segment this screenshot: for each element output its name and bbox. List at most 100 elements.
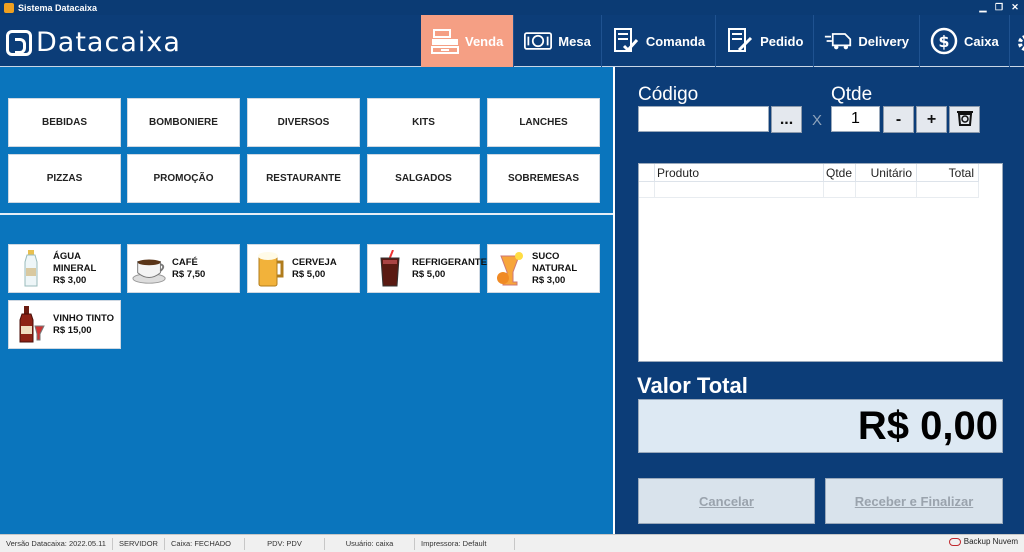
juice-glass-icon (492, 249, 528, 289)
brand-logo: Datacaixa (6, 27, 181, 58)
settings-button[interactable] (1010, 15, 1024, 67)
status-server: SERVIDOR (113, 537, 165, 550)
valor-total-value: R$ 0,00 (638, 399, 1003, 453)
category-diversos[interactable]: DIVERSOS (247, 98, 360, 147)
cancel-button[interactable]: Cancelar (638, 478, 815, 524)
category-kits[interactable]: KITS (367, 98, 480, 147)
svg-text:$: $ (938, 32, 949, 51)
wine-bottle-icon (13, 305, 49, 345)
top-header: Datacaixa Venda Mesa Comanda Pedido Deli… (0, 15, 1024, 67)
nav-caixa[interactable]: $ Caixa (920, 15, 1010, 67)
order-panel: Código ... X Qtde 1 - + Produto Qtde Uni… (617, 67, 1024, 534)
table-dining-icon (524, 27, 553, 55)
close-icon[interactable]: ✕ (1010, 2, 1020, 13)
column-produto: Produto (655, 164, 824, 181)
nav-mesa-label: Mesa (558, 33, 591, 49)
category-restaurante[interactable]: RESTAURANTE (247, 154, 360, 203)
catalog-panel: BEBIDAS BOMBONIERE DIVERSOS KITS LANCHES… (0, 67, 615, 534)
nav-caixa-label: Caixa (964, 33, 999, 49)
nav-venda-label: Venda (465, 33, 504, 49)
product-name: CERVEJA (292, 256, 337, 268)
codigo-input[interactable] (638, 106, 769, 132)
nav-venda[interactable]: Venda (421, 15, 515, 67)
app-icon (4, 2, 14, 13)
decrease-quantity-button[interactable]: - (883, 106, 914, 133)
backup-label: Backup Nuvem (963, 537, 1018, 546)
product-refrigerante[interactable]: REFRIGERANTE R$ 5,00 (367, 244, 487, 293)
beer-mug-icon (252, 249, 288, 289)
nav-pedido-label: Pedido (760, 33, 804, 49)
logo-text: Datacaixa (36, 27, 181, 58)
restore-icon[interactable]: ❐ (994, 2, 1004, 13)
category-salgados[interactable]: SALGADOS (367, 154, 480, 203)
nav-pedido[interactable]: Pedido (716, 15, 815, 67)
product-price: R$ 5,00 (412, 268, 446, 280)
product-price: R$ 7,50 (172, 268, 206, 280)
product-cafe[interactable]: CAFÉ R$ 7,50 (127, 244, 240, 293)
valor-total-label: Valor Total (637, 373, 748, 398)
product-vinho-tinto[interactable]: VINHO TINTO R$ 15,00 (8, 300, 121, 349)
column-total: Total (917, 164, 979, 181)
nav-mesa[interactable]: Mesa (514, 15, 602, 67)
cash-register-icon (431, 27, 459, 55)
column-unitario: Unitário (856, 164, 917, 181)
receive-finish-button[interactable]: Receber e Finalizar (825, 478, 1003, 524)
scale-button[interactable] (949, 106, 980, 133)
table-row (639, 182, 979, 198)
quantity-input[interactable]: 1 (831, 106, 880, 132)
order-edit-icon (726, 27, 754, 55)
product-name: SUCO NATURAL (532, 250, 578, 274)
status-pdv: PDV: PDV (245, 537, 325, 550)
status-version: Versão Datacaixa: 2022.05.11 (0, 537, 113, 550)
nav-comanda[interactable]: Comanda (602, 15, 717, 67)
status-usuario: Usuário: caixa (325, 537, 415, 550)
cloud-icon (948, 537, 961, 546)
category-lanches[interactable]: LANCHES (487, 98, 600, 147)
window-title-bar: Sistema Datacaixa ▁ ❐ ✕ (0, 0, 1024, 15)
dollar-circle-icon: $ (930, 27, 958, 55)
delivery-truck-icon (824, 27, 852, 55)
product-cerveja[interactable]: CERVEJA R$ 5,00 (247, 244, 360, 293)
product-agua-mineral[interactable]: ÁGUA MINERAL R$ 3,00 (8, 244, 121, 293)
order-list-icon (612, 27, 640, 55)
window-title: Sistema Datacaixa (18, 2, 98, 13)
increase-quantity-button[interactable]: + (916, 106, 947, 133)
product-name: CAFÉ (172, 256, 198, 268)
codigo-label: Código (638, 84, 699, 105)
product-name: VINHO TINTO (53, 312, 115, 324)
category-promocao[interactable]: PROMOÇÃO (127, 154, 240, 203)
product-name: ÁGUA MINERAL (53, 250, 97, 274)
category-sobremesas[interactable]: SOBREMESAS (487, 154, 600, 203)
water-bottle-icon (13, 249, 49, 289)
minimize-icon[interactable]: ▁ (978, 2, 988, 13)
product-price: R$ 3,00 (532, 274, 566, 286)
nav-delivery[interactable]: Delivery (814, 15, 920, 67)
logo-mark-icon (6, 29, 32, 56)
soda-glass-icon (372, 249, 408, 289)
category-bebidas[interactable]: BEBIDAS (8, 98, 121, 147)
product-price: R$ 5,00 (292, 268, 326, 280)
column-qtde: Qtde (824, 164, 856, 181)
status-bar: Versão Datacaixa: 2022.05.11 SERVIDOR Ca… (0, 534, 1024, 552)
status-caixa: Caixa: FECHADO (165, 537, 245, 550)
nav-delivery-label: Delivery (858, 33, 909, 49)
product-price: R$ 3,00 (53, 274, 87, 286)
window-controls: ▁ ❐ ✕ (978, 0, 1020, 15)
gears-icon (1016, 27, 1024, 55)
qtde-label: Qtde (831, 84, 873, 105)
status-impressora: Impressora: Default (415, 537, 515, 550)
scale-icon (956, 108, 974, 131)
table-header: Produto Qtde Unitário Total (639, 164, 979, 182)
backup-status[interactable]: Backup Nuvem (948, 537, 1018, 546)
category-pizzas[interactable]: PIZZAS (8, 154, 121, 203)
coffee-cup-icon (132, 249, 168, 289)
catalog-divider (0, 213, 613, 215)
product-price: R$ 15,00 (53, 324, 92, 336)
order-items-table: Produto Qtde Unitário Total (638, 163, 1003, 362)
main-nav: Venda Mesa Comanda Pedido Delivery $ Cai… (421, 15, 1024, 67)
browse-products-button[interactable]: ... (771, 106, 802, 133)
multiply-sign: X (812, 112, 823, 129)
product-name: REFRIGERANTE (412, 256, 487, 268)
product-suco-natural[interactable]: SUCO NATURAL R$ 3,00 (487, 244, 600, 293)
category-bomboniere[interactable]: BOMBONIERE (127, 98, 240, 147)
